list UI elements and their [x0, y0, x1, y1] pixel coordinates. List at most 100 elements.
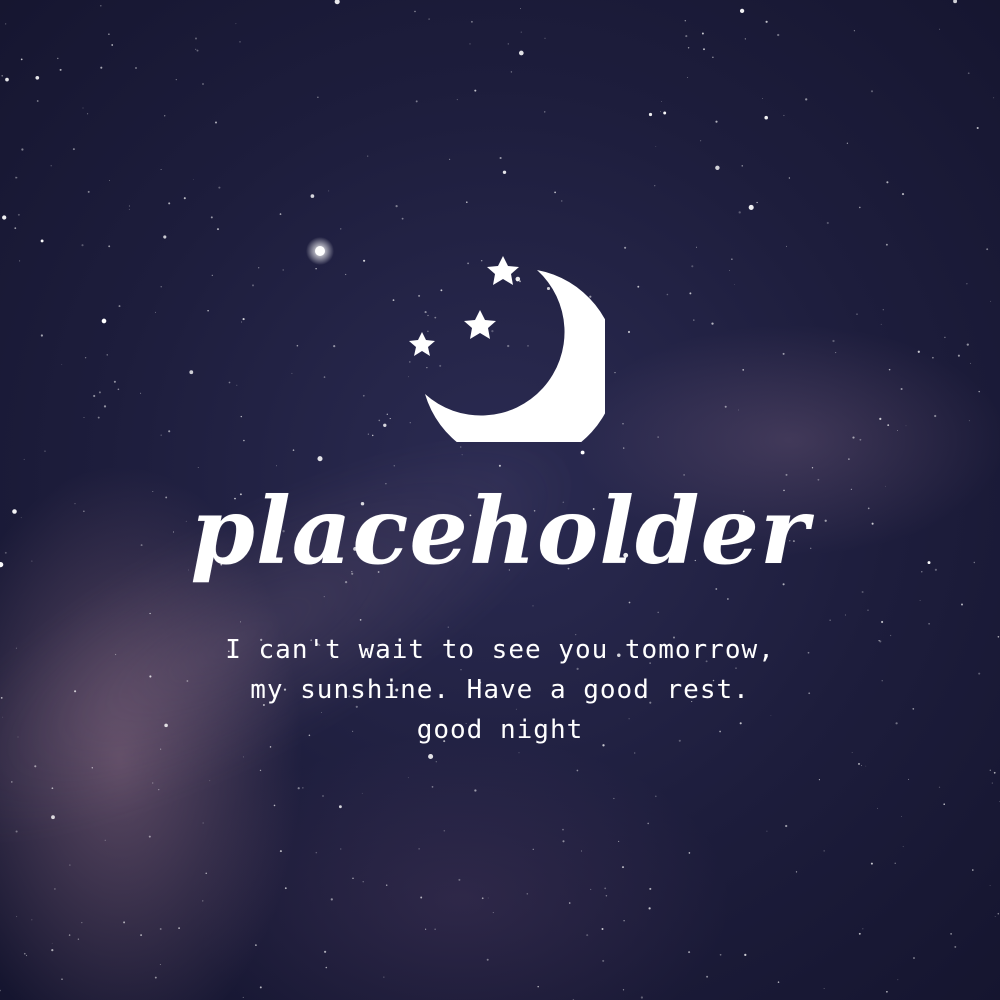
background-star: [499, 156, 502, 160]
background-star: [487, 897, 489, 899]
background-star: [991, 782, 993, 784]
background-star: [202, 83, 204, 85]
background-star: [1, 74, 4, 77]
background-star: [783, 114, 785, 117]
background-star: [520, 8, 521, 10]
background-star: [928, 623, 930, 625]
background-star: [235, 23, 237, 25]
background-star: [859, 438, 862, 441]
background-star: [901, 816, 902, 817]
background-star: [20, 58, 23, 61]
background-star: [328, 190, 330, 192]
background-star: [684, 20, 686, 22]
background-star: [209, 780, 211, 782]
background-star: [135, 67, 137, 69]
background-star: [520, 31, 522, 33]
background-star: [425, 928, 427, 930]
background-star: [688, 852, 691, 854]
background-star: [361, 792, 363, 794]
background-star: [68, 934, 71, 936]
background-star: [693, 319, 695, 321]
background-star: [561, 200, 563, 202]
background-star: [586, 934, 589, 937]
background-star: [77, 938, 80, 940]
background-star: [36, 100, 39, 102]
background-star: [152, 782, 154, 784]
background-star: [458, 878, 461, 881]
background-star: [21, 148, 24, 151]
background-star: [870, 90, 874, 93]
background-star: [243, 439, 245, 442]
background-star: [856, 313, 858, 315]
background-star: [580, 850, 583, 852]
background-star: [195, 48, 197, 50]
background-star: [777, 33, 780, 37]
background-star: [466, 201, 468, 203]
background-star: [123, 921, 126, 924]
background-star: [189, 370, 194, 375]
background-star: [954, 945, 957, 948]
background-star: [961, 603, 963, 606]
background-star: [474, 789, 477, 792]
background-star: [393, 465, 396, 467]
background-star: [944, 336, 946, 339]
background-star: [766, 830, 768, 832]
background-star: [905, 425, 907, 427]
background-star: [15, 830, 18, 833]
background-star: [16, 916, 18, 918]
background-star: [715, 588, 718, 590]
background-star: [700, 140, 702, 142]
background-star: [273, 804, 276, 807]
background-star: [908, 778, 910, 780]
background-star: [829, 619, 831, 621]
background-star: [469, 43, 471, 45]
background-star: [870, 862, 873, 865]
good-night-card: placeholder I can't wait to see you tomo…: [0, 0, 1000, 1000]
background-star: [160, 168, 162, 171]
background-star: [939, 28, 941, 30]
background-star: [54, 888, 56, 890]
background-star: [389, 418, 391, 420]
background-star: [481, 897, 484, 900]
background-star: [14, 227, 17, 230]
background-star: [993, 771, 996, 774]
background-star: [712, 56, 714, 58]
background-star: [852, 436, 855, 439]
background-star: [291, 372, 293, 374]
background-star: [175, 79, 177, 81]
card-title: placeholder: [190, 477, 810, 585]
background-star: [858, 762, 860, 765]
background-star: [614, 371, 616, 374]
background-star: [544, 37, 546, 39]
message-line: I can't wait to see you tomorrow,: [225, 635, 775, 665]
background-star: [128, 205, 130, 207]
background-star: [788, 177, 791, 179]
background-star: [210, 216, 213, 219]
background-star: [282, 269, 284, 271]
background-star: [5, 77, 9, 82]
message-line: my sunshine. Have a good rest.: [250, 675, 750, 705]
background-star: [202, 900, 204, 902]
background-star: [428, 753, 434, 760]
background-star: [82, 107, 84, 109]
background-star: [862, 928, 864, 930]
background-star: [637, 285, 640, 288]
background-star: [967, 72, 970, 75]
background-star: [108, 245, 111, 248]
background-star: [202, 822, 204, 824]
background-star: [57, 57, 59, 60]
background-star: [532, 848, 534, 850]
background-star: [158, 789, 160, 791]
background-star: [149, 612, 151, 615]
background-star: [811, 467, 814, 469]
background-star: [279, 213, 282, 215]
background-star: [242, 756, 244, 758]
background-star: [228, 381, 231, 384]
background-star: [622, 423, 624, 425]
background-star: [777, 981, 780, 983]
background-star: [605, 895, 608, 897]
background-star: [691, 265, 694, 268]
background-star: [876, 807, 879, 809]
background-star: [317, 456, 323, 462]
background-star: [590, 888, 592, 890]
